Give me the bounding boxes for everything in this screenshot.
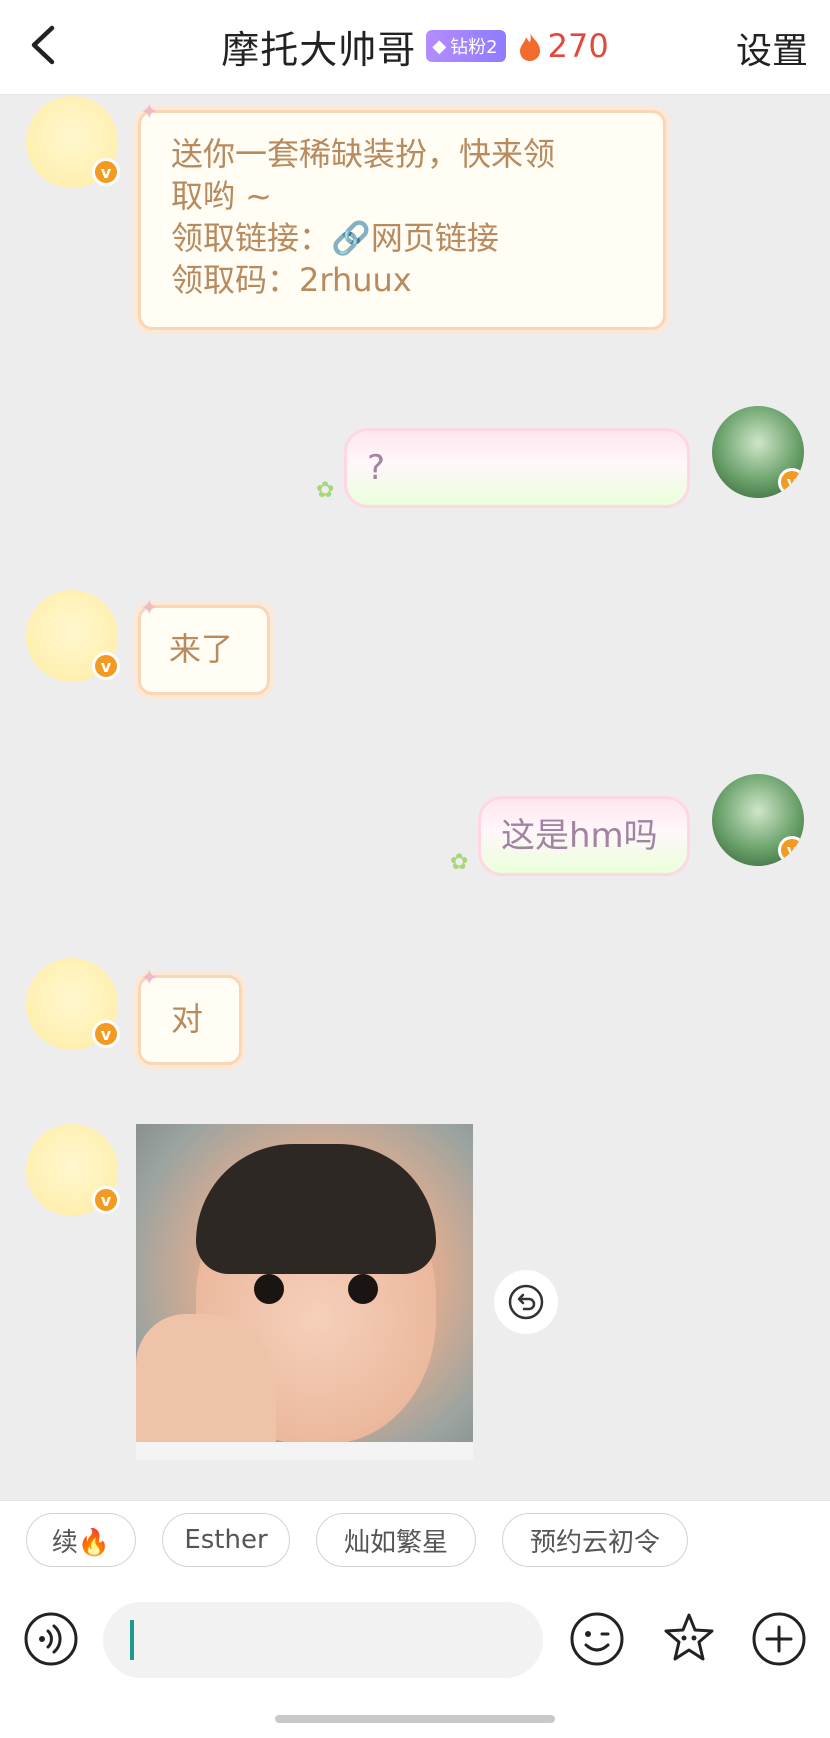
clover-decoration-icon: ✿: [450, 850, 469, 875]
message-bubble-outgoing[interactable]: ?: [344, 428, 690, 508]
message-text-line: 领取码：2rhuux: [171, 261, 412, 299]
streak-counter[interactable]: 270: [516, 27, 609, 65]
my-avatar[interactable]: v: [712, 406, 804, 498]
message-text: ?: [367, 448, 386, 488]
verified-badge: v: [778, 836, 804, 864]
chat-title[interactable]: 摩托大帅哥: [221, 19, 416, 74]
message-input[interactable]: [103, 1602, 543, 1678]
verified-badge: v: [92, 652, 120, 680]
quick-reply-chip[interactable]: Esther: [162, 1513, 290, 1567]
emoji-button[interactable]: [568, 1610, 626, 1668]
fire-icon: [519, 32, 540, 61]
quick-reply-chip[interactable]: 灿如繁星: [316, 1513, 476, 1567]
my-avatar[interactable]: v: [712, 774, 804, 866]
voice-button[interactable]: [22, 1610, 80, 1668]
more-button[interactable]: [750, 1610, 808, 1668]
message-bubble-incoming[interactable]: 送你一套稀缺装扮，快来领 取哟 ~ 领取链接：🔗网页链接 领取码：2rhuux: [138, 110, 666, 330]
undo-icon: [508, 1284, 544, 1320]
title-group: 摩托大帅哥 ◆ 钻粉2 270: [0, 18, 830, 74]
other-avatar[interactable]: v: [26, 96, 120, 188]
photo-hair: [196, 1144, 436, 1274]
settings-button[interactable]: 设置: [736, 22, 808, 74]
home-indicator: [275, 1715, 555, 1723]
verified-badge: v: [92, 1186, 120, 1214]
streak-count: 270: [547, 27, 609, 65]
emoji-icon: [570, 1612, 624, 1666]
sticker-icon: [664, 1613, 714, 1661]
link-icon: 🔗: [331, 219, 371, 257]
sparkle-decoration-icon: ✦: [140, 966, 159, 991]
message-text-line: 领取链接：🔗网页链接: [171, 219, 499, 257]
verified-badge: v: [92, 1020, 120, 1048]
undo-button[interactable]: [494, 1270, 558, 1334]
photo-hand: [136, 1314, 276, 1460]
verified-badge: v: [778, 468, 804, 496]
sticker-button[interactable]: [660, 1610, 718, 1668]
web-link[interactable]: 网页链接: [371, 219, 499, 257]
sparkle-decoration-icon: ✦: [140, 100, 159, 125]
diamond-icon: ◆: [432, 35, 447, 57]
sparkle-decoration-icon: ✦: [140, 596, 159, 621]
verified-badge: v: [92, 158, 120, 186]
other-avatar[interactable]: v: [26, 1124, 120, 1216]
baby-smiling-photo[interactable]: [136, 1124, 473, 1460]
photo-eye: [348, 1274, 378, 1304]
other-avatar[interactable]: v: [26, 590, 120, 682]
message-text: 对: [171, 1000, 204, 1038]
message-text: 来了: [169, 630, 234, 668]
message-text: 这是hm吗: [501, 816, 658, 856]
message-bubble-outgoing[interactable]: 这是hm吗: [478, 796, 690, 876]
fan-level-label: 钻粉2: [450, 37, 498, 58]
message-text-line: 送你一套稀缺装扮，快来领: [171, 135, 556, 173]
quick-reply-chip[interactable]: 续🔥: [26, 1513, 136, 1567]
chat-header: 摩托大帅哥 ◆ 钻粉2 270 设置: [0, 0, 830, 95]
message-text-line: 取哟 ~: [171, 177, 272, 215]
other-avatar[interactable]: v: [26, 958, 120, 1050]
photo-shirt: [136, 1442, 473, 1460]
photo-eye: [254, 1274, 284, 1304]
plus-icon: [752, 1612, 806, 1666]
text-caret: [130, 1620, 134, 1660]
fan-level-badge[interactable]: ◆ 钻粉2: [426, 30, 506, 62]
clover-decoration-icon: ✿: [316, 478, 335, 503]
voice-icon: [24, 1612, 78, 1666]
quick-reply-chip[interactable]: 预约云初令: [502, 1513, 688, 1567]
